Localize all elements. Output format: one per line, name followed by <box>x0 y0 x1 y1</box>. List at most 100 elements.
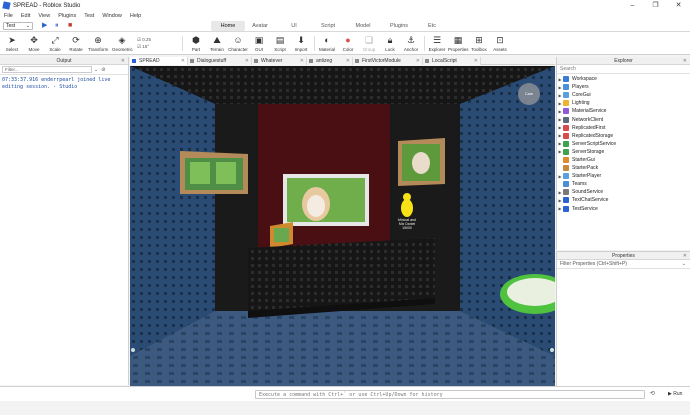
output-filter-input[interactable]: Filter... <box>2 66 92 73</box>
menu-edit[interactable]: Edit <box>17 13 34 19</box>
clear-output-icon[interactable]: ⊘ <box>101 67 105 73</box>
3d-viewport[interactable]: Cam Minicat and Mix Daniel 15000 <box>130 66 555 386</box>
toolbox-toggle-button[interactable]: ⊞ Toolbox <box>469 35 489 54</box>
terrain-button[interactable]: ⛰ Terrain <box>207 35 227 54</box>
service-icon <box>563 124 569 131</box>
properties-header: Properties ✕ <box>557 252 690 260</box>
properties-title: Properties <box>612 253 635 259</box>
scale-tool[interactable]: ⤢ Scale <box>45 35 65 54</box>
doc-tab-firstvictormodule[interactable]: FirstVictorModule ✕ <box>353 57 423 65</box>
explorer-item[interactable]: StarterPack <box>557 164 690 172</box>
group-button[interactable]: ❑ Group <box>359 35 379 54</box>
title-bar: SPREAD - Roblox Studio – ❐ ✕ <box>0 0 690 11</box>
close-icon[interactable]: ✕ <box>683 252 687 260</box>
close-icon[interactable]: ✕ <box>346 57 350 65</box>
lock-icon: 🔒︎ <box>387 35 393 45</box>
play-button[interactable]: ▶ <box>42 22 47 30</box>
doc-tab-spread[interactable]: SPREAD ✕ <box>130 57 188 65</box>
stop-button[interactable]: ■ <box>68 22 72 30</box>
maximize-button[interactable]: ❐ <box>644 0 667 11</box>
command-input[interactable]: Execute a command with Ctrl+` or use Ctr… <box>255 390 645 399</box>
properties-icon: ▦ <box>453 35 463 45</box>
snap-rotate-value[interactable]: 15° <box>142 44 149 49</box>
explorer-item[interactable]: ▶ Workspace <box>557 75 690 83</box>
doc-tab-antizeg[interactable]: antizeg ✕ <box>307 57 353 65</box>
toolbar: ➤ Select ✥ Move ⤢ Scale ⟳ Rotate ⊕ Trans… <box>0 32 690 55</box>
anchor-button[interactable]: ⚓︎ Anchor <box>401 35 421 54</box>
move-tool[interactable]: ✥ Move <box>24 35 44 54</box>
explorer-item[interactable]: ▶ ServerStorage <box>557 148 690 156</box>
snap-settings[interactable]: ☑ 0.25 ☑ 15° <box>137 36 177 50</box>
explorer-item-label: StarterPlayer <box>572 173 602 180</box>
explorer-item[interactable]: ▶ TextChatService <box>557 196 690 204</box>
explorer-item[interactable]: ▶ Lighting <box>557 99 690 107</box>
geometric-tool[interactable]: ◈ Geometric <box>112 35 133 54</box>
explorer-item[interactable]: ▶ SoundService <box>557 188 690 196</box>
script-button[interactable]: ▤ Script <box>270 35 290 54</box>
mode-select[interactable]: Test ⌄ <box>3 22 33 30</box>
close-icon[interactable]: ✕ <box>416 57 420 65</box>
rotate-tool[interactable]: ⟳ Rotate <box>66 35 86 54</box>
menu-test[interactable]: Test <box>80 13 98 19</box>
close-icon[interactable]: ✕ <box>683 57 687 65</box>
explorer-item[interactable]: ▶ CoreGui <box>557 91 690 99</box>
assets-toggle-button[interactable]: ⊡ Assets <box>490 35 510 54</box>
menu-help[interactable]: Help <box>126 13 145 19</box>
part-button[interactable]: ⬢ Part <box>186 35 206 54</box>
chevron-down-icon[interactable]: ⌄ <box>94 67 98 73</box>
chevron-down-icon[interactable]: ⌄ <box>682 260 686 269</box>
explorer-item[interactable]: ▶ Players <box>557 83 690 91</box>
close-icon[interactable]: ✕ <box>300 57 304 65</box>
tab-ui[interactable]: UI <box>280 21 308 31</box>
doc-tab-whatever[interactable]: Whatever ✕ <box>252 57 307 65</box>
explorer-item[interactable]: ▶ TestService <box>557 205 690 213</box>
pause-button[interactable]: ⏸ <box>55 22 59 30</box>
explorer-item[interactable]: ▶ ServerScriptService <box>557 140 690 148</box>
tab-avatar[interactable]: Avatar <box>245 21 275 31</box>
minimize-button[interactable]: – <box>621 0 644 11</box>
close-icon[interactable]: ✕ <box>181 57 185 65</box>
transform-tool[interactable]: ⊕ Transform <box>88 35 108 54</box>
explorer-item[interactable]: Teams <box>557 180 690 188</box>
terrain-button-label: Terrain <box>210 47 224 52</box>
history-icon[interactable]: ⟲ <box>650 390 655 399</box>
explorer-item[interactable]: ▶ ReplicatedStorage <box>557 132 690 140</box>
snap-move-value[interactable]: 0.25 <box>142 37 151 42</box>
viewport-handle[interactable] <box>131 348 135 352</box>
import-button[interactable]: ⬇ Import <box>291 35 311 54</box>
tab-plugins[interactable]: Plugins <box>383 21 415 31</box>
doc-tab-localscript[interactable]: LocalScript ✕ <box>423 57 481 65</box>
explorer-item[interactable]: StarterGui <box>557 156 690 164</box>
explorer-item[interactable]: ▶ ReplicatedFirst <box>557 124 690 132</box>
service-icon <box>563 205 569 212</box>
tab-home[interactable]: Home <box>211 21 245 31</box>
explorer-search-input[interactable]: Search <box>557 65 690 74</box>
tab-model[interactable]: Model <box>348 21 378 31</box>
tab-etc[interactable]: Etc <box>419 21 445 31</box>
menu-window[interactable]: Window <box>98 13 126 19</box>
explorer-item[interactable]: ▶ StarterPlayer <box>557 172 690 180</box>
menu-view[interactable]: View <box>34 13 54 19</box>
close-icon[interactable]: ✕ <box>121 57 125 65</box>
close-icon[interactable]: ✕ <box>245 57 249 65</box>
select-tool[interactable]: ➤ Select <box>2 35 22 54</box>
material-button[interactable]: ◐ Material <box>317 35 337 54</box>
explorer-item-label: CoreGui <box>572 92 591 99</box>
doc-tab-dialoguestuff[interactable]: Dialoguestuff ✕ <box>188 57 252 65</box>
explorer-toggle-button[interactable]: ☰ Explorer <box>427 35 447 54</box>
run-command-button[interactable]: ▶ Run <box>668 390 682 399</box>
explorer-item[interactable]: ▶ MaterialService <box>557 107 690 115</box>
properties-toggle-button[interactable]: ▦ Properties <box>448 35 469 54</box>
menu-plugins[interactable]: Plugins <box>54 13 80 19</box>
menu-file[interactable]: File <box>0 13 17 19</box>
lock-button[interactable]: 🔒︎ Lock <box>380 35 400 54</box>
viewport-handle[interactable] <box>550 348 554 352</box>
tab-script[interactable]: Script <box>312 21 344 31</box>
character-button[interactable]: ☺ Character <box>228 35 248 54</box>
color-button[interactable]: ● Color <box>338 35 358 54</box>
close-icon[interactable]: ✕ <box>474 57 478 65</box>
gui-button[interactable]: ▣ GUI <box>249 35 269 54</box>
close-button[interactable]: ✕ <box>667 0 690 11</box>
explorer-item[interactable]: ▶ NetworkClient <box>557 115 690 123</box>
properties-filter-input[interactable]: Filter Properties (Ctrl+Shift+P) ⌄ <box>557 260 690 269</box>
